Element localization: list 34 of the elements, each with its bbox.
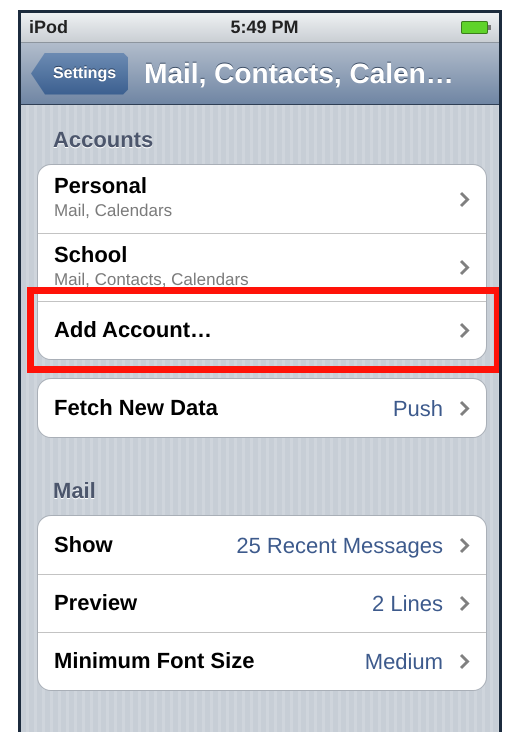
section-header: Mail (52, 477, 97, 505)
row-title: Fetch New Data (54, 396, 218, 420)
row-value: 25 Recent Messages (236, 532, 443, 560)
row-title: Personal (54, 174, 148, 198)
table-row[interactable]: Minimum Font Size Medium (38, 632, 486, 690)
row-subtitle: Mail, Contacts, Calendars (54, 268, 249, 291)
row-value: Medium (364, 648, 443, 676)
table-row[interactable]: Add Account… (38, 301, 486, 359)
carrier-label: iPod (29, 16, 68, 39)
table-row[interactable]: Preview 2 Lines (38, 574, 486, 632)
clock-time: 5:49 PM (230, 16, 299, 39)
row-title: Preview (54, 591, 138, 616)
row-value: Push (392, 394, 443, 422)
row-title: School (54, 242, 128, 267)
battery-icon (461, 21, 491, 34)
row-title: Add Account… (54, 318, 212, 343)
chevron-icon (459, 536, 470, 554)
chevron-icon (459, 190, 470, 208)
table-row[interactable]: School Mail, Contacts, Calendars (38, 233, 486, 301)
chevron-icon (459, 595, 470, 612)
table-row[interactable]: Show 25 Recent Messages (38, 516, 486, 574)
row-value: 2 Lines (372, 590, 443, 618)
table-row[interactable]: Personal Mail, Calendars (38, 165, 486, 233)
row-title: Minimum Font Size (54, 649, 254, 674)
section-header: Accounts (52, 126, 154, 154)
row-title: Show (54, 532, 113, 558)
chevron-icon (459, 322, 470, 339)
chevron-icon (459, 653, 470, 670)
page-title: Mail, Contacts, Calen… (144, 56, 454, 90)
chevron-icon (459, 259, 470, 276)
table-row[interactable]: Fetch New Data Push (38, 379, 486, 437)
back-button[interactable]: Settings (31, 52, 128, 94)
chevron-icon (459, 400, 470, 416)
row-subtitle: Mail, Calendars (54, 200, 172, 222)
